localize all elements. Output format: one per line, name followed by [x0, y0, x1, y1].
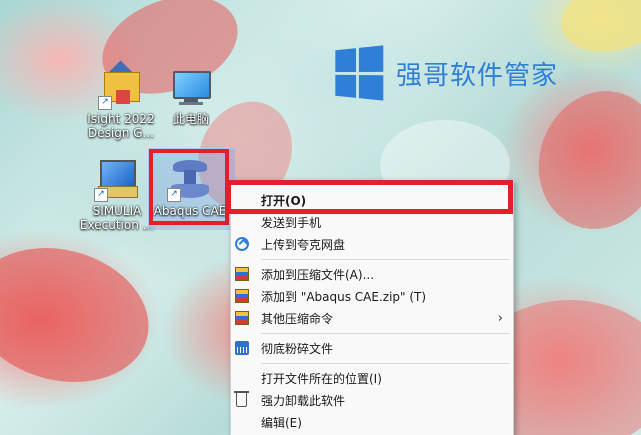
menu-item-other-compress[interactable]: 其他压缩命令 › [231, 307, 513, 329]
menu-item-edit[interactable]: 编辑(E) [231, 411, 513, 433]
menu-item-label: 发送到手机 [261, 215, 322, 230]
desktop-icon-simulia[interactable]: ↗ SIMULIA Execution ... [78, 156, 156, 232]
highlight-box-abaqus [149, 149, 229, 225]
menu-item-upload-quark[interactable]: 上传到夸克网盘 [231, 233, 513, 255]
menu-item-label: 其他压缩命令 [261, 311, 334, 326]
watermark-text: 强哥软件管家 [396, 60, 559, 91]
wallpaper-shape [552, 0, 641, 64]
menu-separator [261, 333, 509, 334]
context-menu: 打开(O) 发送到手机 上传到夸克网盘 添加到压缩文件(A)... 添加到 "A… [230, 180, 514, 435]
wallpaper-shape [519, 73, 641, 247]
menu-item-label: 打开文件所在的位置(I) [261, 371, 382, 386]
simulia-app-icon: ↗ [94, 156, 140, 202]
highlight-box-open [226, 180, 513, 214]
blank-icon [235, 371, 249, 385]
menu-item-force-uninstall[interactable]: 强力卸载此软件 [231, 389, 513, 411]
menu-item-label: 上传到夸克网盘 [261, 237, 346, 252]
menu-item-open-file-location[interactable]: 打开文件所在的位置(I) [231, 367, 513, 389]
windows-logo-icon [335, 45, 384, 101]
blank-icon [235, 215, 249, 229]
desktop-icon-label: Execution ... [79, 218, 155, 232]
desktop-icon-label: Design G... [88, 126, 154, 140]
winrar-icon [235, 289, 249, 303]
menu-item-add-to-archive[interactable]: 添加到压缩文件(A)... [231, 263, 513, 285]
chevron-right-icon: › [497, 311, 503, 326]
menu-item-label: 强力卸载此软件 [261, 393, 346, 408]
menu-item-label: 添加到 "Abaqus CAE.zip" (T) [261, 289, 427, 304]
wallpaper-shape [0, 228, 164, 402]
watermark: 强哥软件管家 [332, 45, 559, 101]
winrar-icon [235, 267, 249, 281]
isight-app-icon: ↗ [98, 60, 144, 110]
menu-item-add-to-zip[interactable]: 添加到 "Abaqus CAE.zip" (T) [231, 285, 513, 307]
menu-item-label: 添加到压缩文件(A)... [261, 267, 375, 282]
menu-item-shred-file[interactable]: 彻底粉碎文件 [231, 337, 513, 359]
trash-icon [234, 391, 249, 407]
desktop-icon-label: Isight 2022 [87, 112, 155, 126]
menu-separator [261, 259, 509, 260]
shortcut-arrow-icon: ↗ [98, 96, 112, 110]
shortcut-arrow-icon: ↗ [94, 188, 108, 202]
menu-item-label: 编辑(E) [261, 415, 302, 430]
computer-icon [168, 64, 214, 110]
menu-item-label: 彻底粉碎文件 [261, 341, 334, 356]
menu-item-send-to-phone[interactable]: 发送到手机 [231, 211, 513, 233]
desktop-icon-label: 此电脑 [172, 112, 209, 126]
cloud-upload-icon [235, 237, 249, 251]
shredder-icon [235, 341, 249, 355]
desktop[interactable]: 强哥软件管家 ↗ Isight 2022 Design G... 此电脑 ↗ S… [0, 0, 641, 435]
desktop-icon-isight[interactable]: ↗ Isight 2022 Design G... [82, 60, 160, 140]
winrar-icon [235, 311, 249, 325]
desktop-icon-this-pc[interactable]: 此电脑 [152, 64, 230, 126]
blank-icon [235, 415, 249, 429]
desktop-icon-label: SIMULIA [92, 204, 142, 218]
menu-separator [261, 363, 509, 364]
